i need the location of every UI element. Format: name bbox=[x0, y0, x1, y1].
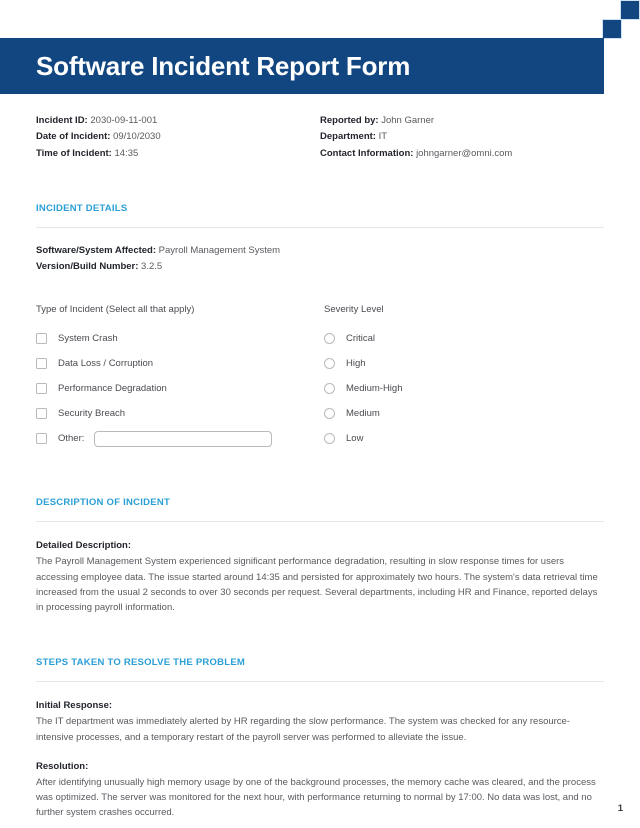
checkbox-label: Data Loss / Corruption bbox=[58, 358, 154, 370]
detailed-description-block: Detailed Description: The Payroll Manage… bbox=[36, 538, 604, 615]
meta-date-label: Date of Incident: bbox=[36, 131, 111, 143]
checkbox-performance-degradation[interactable]: Performance Degradation bbox=[36, 376, 320, 401]
page-number: 1 bbox=[617, 803, 623, 814]
other-incident-type-input[interactable] bbox=[94, 430, 273, 447]
initial-response-block: Initial Response: The IT department was … bbox=[36, 698, 604, 744]
resolution-text: After identifying unusually high memory … bbox=[36, 776, 596, 819]
checkbox-label-other: Other: bbox=[58, 433, 85, 445]
radio-icon[interactable] bbox=[324, 433, 335, 445]
choices-area: Type of Incident (Select all that apply)… bbox=[36, 304, 604, 451]
radio-label: Medium-High bbox=[346, 383, 403, 395]
field-version-build: Version/Build Number: 3.2.5 bbox=[36, 259, 604, 275]
meta-department-label: Department: bbox=[320, 131, 376, 143]
checkbox-label: Security Breach bbox=[58, 408, 126, 420]
section-divider bbox=[36, 521, 604, 523]
radio-critical[interactable]: Critical bbox=[324, 326, 604, 351]
section-steps-taken: STEPS TAKEN TO RESOLVE THE PROBLEM Initi… bbox=[36, 657, 604, 820]
incident-type-group: Type of Incident (Select all that apply)… bbox=[36, 304, 320, 451]
field-version-build-label: Version/Build Number: bbox=[36, 261, 139, 273]
decorative-square-outer bbox=[620, 0, 640, 20]
meta-contact-label: Contact Information: bbox=[320, 147, 414, 159]
radio-label: Critical bbox=[346, 333, 376, 345]
radio-icon[interactable] bbox=[324, 408, 335, 420]
meta-reported-by-label: Reported by: bbox=[320, 115, 379, 126]
radio-icon[interactable] bbox=[324, 358, 335, 370]
header-banner: Software Incident Report Form bbox=[0, 38, 604, 94]
radio-label: High bbox=[346, 358, 366, 370]
affected-system-block: Software/System Affected: Payroll Manage… bbox=[36, 243, 604, 276]
radio-high[interactable]: High bbox=[324, 351, 604, 376]
meta-reported-by: Reported by: John Garner bbox=[320, 113, 604, 129]
section-title-steps: STEPS TAKEN TO RESOLVE THE PROBLEM bbox=[36, 657, 246, 669]
page-title: Software Incident Report Form bbox=[36, 50, 411, 81]
field-version-build-value: 3.2.5 bbox=[141, 261, 163, 273]
radio-label: Low bbox=[346, 433, 364, 445]
checkbox-label: Performance Degradation bbox=[58, 383, 167, 395]
severity-level-heading: Severity Level bbox=[324, 304, 384, 316]
meta-department-value: IT bbox=[378, 131, 388, 143]
corner-decoration bbox=[596, 0, 640, 40]
checkbox-security-breach[interactable]: Security Breach bbox=[36, 401, 320, 426]
checkbox-data-loss-corruption[interactable]: Data Loss / Corruption bbox=[36, 351, 320, 376]
detailed-description-text: The Payroll Management System experience… bbox=[36, 556, 598, 614]
page-content: Incident ID: 2030-09-11-001 Date of Inci… bbox=[0, 94, 640, 820]
section-divider bbox=[36, 226, 604, 228]
radio-icon[interactable] bbox=[324, 383, 335, 395]
radio-medium[interactable]: Medium bbox=[324, 401, 604, 426]
section-divider bbox=[36, 681, 604, 683]
checkbox-label: System Crash bbox=[58, 333, 118, 345]
meta-incident-id-value: 2030-09-11-001 bbox=[90, 115, 158, 126]
resolution-block: Resolution: After identifying unusually … bbox=[36, 759, 604, 821]
incident-meta: Incident ID: 2030-09-11-001 Date of Inci… bbox=[36, 94, 604, 162]
initial-response-label: Initial Response: bbox=[36, 700, 113, 712]
field-software-affected-value: Payroll Management System bbox=[158, 244, 281, 256]
meta-department: Department: IT bbox=[320, 129, 604, 145]
checkbox-other[interactable]: Other: bbox=[36, 426, 320, 451]
meta-reported-by-value: John Garner bbox=[381, 115, 435, 126]
incident-type-heading: Type of Incident (Select all that apply) bbox=[36, 304, 195, 316]
meta-time-label: Time of Incident: bbox=[36, 147, 112, 159]
checkbox-icon[interactable] bbox=[36, 358, 47, 370]
detailed-description-label: Detailed Description: bbox=[36, 540, 132, 552]
checkbox-icon[interactable] bbox=[36, 333, 47, 345]
section-title-description: DESCRIPTION OF INCIDENT bbox=[36, 497, 171, 509]
section-description-of-incident: DESCRIPTION OF INCIDENT Detailed Descrip… bbox=[36, 497, 604, 615]
section-title-incident-details: INCIDENT DETAILS bbox=[36, 202, 128, 214]
meta-incident-id: Incident ID: 2030-09-11-001 bbox=[36, 113, 320, 129]
meta-time-of-incident: Time of Incident: 14:35 bbox=[36, 146, 320, 162]
meta-contact-value: johngarner@omni.com bbox=[416, 147, 513, 159]
meta-contact-information: Contact Information: johngarner@omni.com bbox=[320, 146, 604, 162]
meta-time-value: 14:35 bbox=[114, 147, 139, 159]
initial-response-text: The IT department was immediately alerte… bbox=[36, 716, 570, 743]
meta-column-right: Reported by: John Garner Department: IT … bbox=[320, 113, 604, 162]
checkbox-icon[interactable] bbox=[36, 433, 47, 445]
decorative-square-inner bbox=[602, 19, 622, 39]
section-incident-details: INCIDENT DETAILS Software/System Affecte… bbox=[36, 203, 604, 452]
checkbox-icon[interactable] bbox=[36, 383, 47, 395]
resolution-label: Resolution: bbox=[36, 760, 89, 772]
meta-column-left: Incident ID: 2030-09-11-001 Date of Inci… bbox=[36, 113, 320, 162]
meta-date-of-incident: Date of Incident: 09/10/2030 bbox=[36, 129, 320, 145]
field-software-affected: Software/System Affected: Payroll Manage… bbox=[36, 243, 604, 259]
meta-date-value: 09/10/2030 bbox=[113, 131, 161, 143]
radio-icon[interactable] bbox=[324, 333, 335, 345]
field-software-affected-label: Software/System Affected: bbox=[36, 244, 157, 256]
checkbox-icon[interactable] bbox=[36, 408, 47, 420]
radio-label: Medium bbox=[346, 408, 380, 420]
meta-incident-id-label: Incident ID: bbox=[36, 115, 88, 126]
radio-low[interactable]: Low bbox=[324, 426, 604, 451]
severity-level-group: Severity Level Critical High Medium-High… bbox=[320, 304, 604, 451]
radio-medium-high[interactable]: Medium-High bbox=[324, 376, 604, 401]
checkbox-system-crash[interactable]: System Crash bbox=[36, 326, 320, 351]
